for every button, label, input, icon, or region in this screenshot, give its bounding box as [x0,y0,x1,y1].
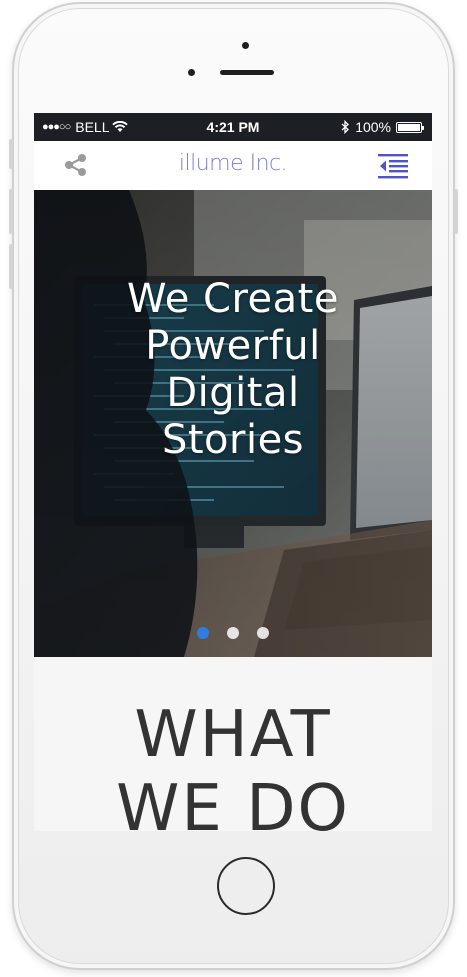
mute-switch [9,139,13,169]
carousel-dot-3[interactable] [257,627,269,639]
carousel-dot-2[interactable] [227,627,239,639]
bluetooth-icon [341,120,350,134]
what-we-do-heading: WHAT WE DO [34,698,432,831]
home-button[interactable] [217,857,275,915]
hero-carousel[interactable]: We Create Powerful Digital Stories [34,190,432,657]
hero-headline: We Create Powerful Digital Stories [34,276,432,464]
carousel-pagination [34,627,432,639]
section-title-line-2: WE DO [116,772,350,831]
proximity-sensor [188,69,195,76]
earpiece-speaker [220,70,274,75]
carousel-dot-1[interactable] [197,627,209,639]
battery-icon [396,121,424,133]
hero-headline-line-2: Powerful [145,323,321,369]
hero-headline-line-4: Stories [161,417,305,463]
phone-screen: ●●●○○ BELL 4:21 PM 100% illume Inc. We C… [34,113,432,831]
top-navbar: illume Inc. [34,141,432,190]
status-right: 100% [341,119,424,135]
front-camera [242,42,249,49]
volume-up-button [9,189,13,234]
battery-percent: 100% [355,119,391,135]
section-title-line-1: WHAT [134,698,332,772]
status-bar: ●●●○○ BELL 4:21 PM 100% [34,113,432,141]
brand-logo[interactable]: illume Inc. [34,151,432,176]
hero-headline-line-3: Digital [166,370,300,416]
hero-headline-line-1: We Create [127,276,339,322]
indent-menu-icon[interactable] [378,153,408,179]
volume-down-button [9,244,13,289]
power-button [454,189,458,234]
